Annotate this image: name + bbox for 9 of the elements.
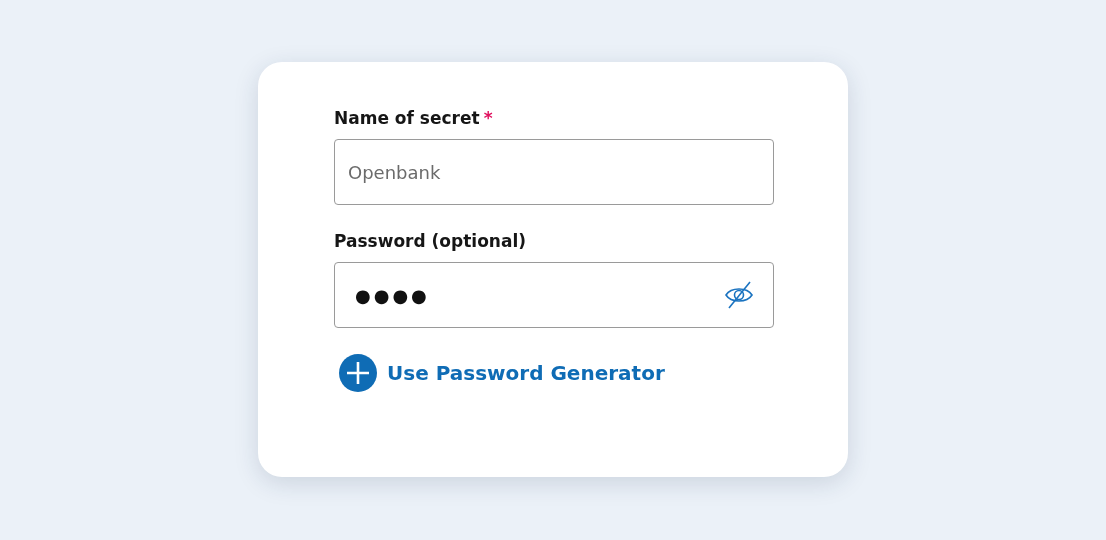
field-label: Password (optional)	[334, 231, 526, 251]
plus-icon	[339, 354, 377, 392]
password-field[interactable]: ●●●●	[334, 262, 774, 328]
input-field[interactable]: Openbank	[334, 139, 774, 205]
eye-slash-icon[interactable]	[723, 279, 755, 311]
field-label: Name of secret	[334, 108, 480, 128]
password-generator-link[interactable]: Use Password Generator	[339, 354, 665, 392]
required-mark: *	[483, 108, 493, 128]
password-value: ●●●●	[355, 284, 430, 306]
